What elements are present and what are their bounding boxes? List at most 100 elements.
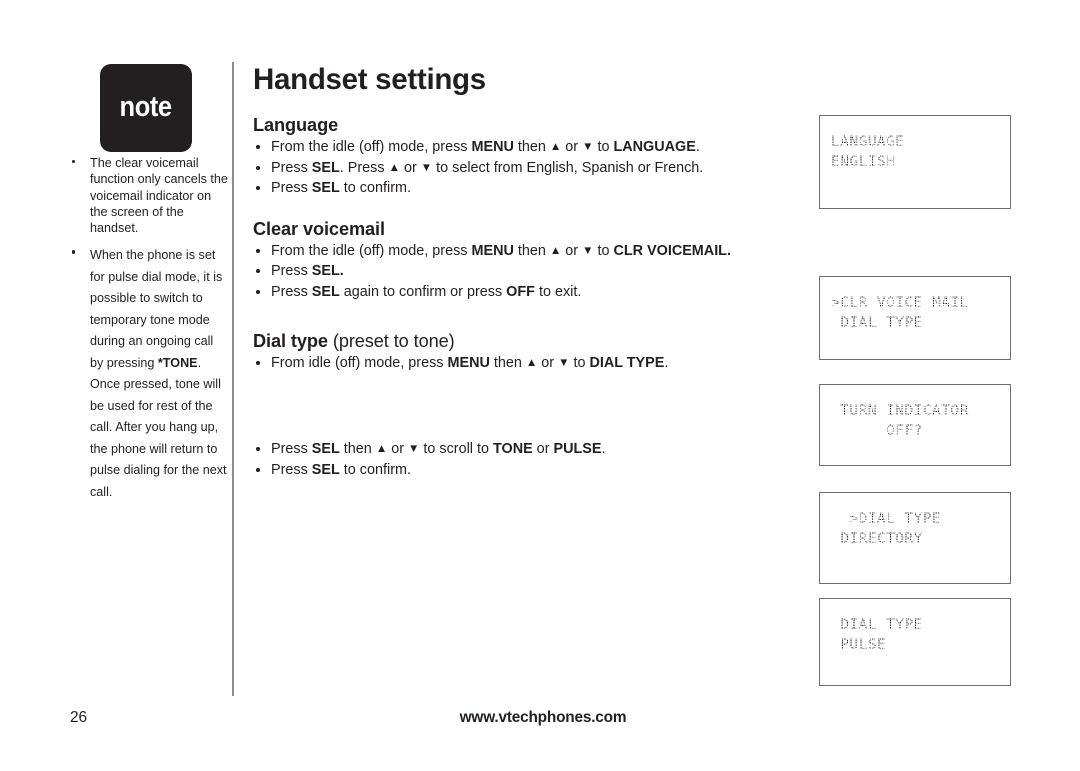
illustration-gap xyxy=(253,374,781,440)
bullet-dot-icon xyxy=(256,145,260,149)
bullet-dot-icon xyxy=(72,250,76,254)
instruction-text: From idle (off) mode, press MENU then ▲ … xyxy=(271,355,668,371)
lcd-line: DIRECTORY xyxy=(820,527,1010,551)
body-text: Press xyxy=(271,461,312,478)
body-text: . xyxy=(601,441,606,458)
arrow-glyph: ▼ xyxy=(582,141,594,153)
instruction-item: From the idle (off) mode, press MENU the… xyxy=(253,138,781,158)
lcd-line: >CLR VOICE MAIL xyxy=(820,291,1010,315)
body-text: to confirm. xyxy=(339,461,411,478)
turn-indicator-off-screen: TURN INDICATOR OFF? xyxy=(819,384,1011,466)
footer-url: www.vtechphones.com xyxy=(459,709,627,726)
bullet-dot-icon xyxy=(256,269,260,274)
emphasis-text: OFF xyxy=(506,283,535,300)
side-note-text: When the phone is set for pulse dial mod… xyxy=(90,248,227,499)
emphasis-text: SEL xyxy=(311,159,340,176)
lcd-text-area: >CLR VOICE MAIL DIAL TYPE xyxy=(820,277,1010,335)
body-text: to xyxy=(593,242,614,259)
lcd-line-text: PULSE xyxy=(829,633,888,657)
bullet-dot-icon xyxy=(256,360,260,365)
body-text: . xyxy=(664,354,669,371)
lcd-line-text: >CLR VOICE MAIL xyxy=(830,291,970,315)
instruction-list: From the idle (off) mode, press MENU the… xyxy=(253,242,781,303)
section-heading-text: Dial type xyxy=(253,330,328,351)
body-text: to select from English, Spanish or Frenc… xyxy=(432,159,704,176)
body-text: Press xyxy=(271,263,312,280)
body-text: Press xyxy=(271,283,312,300)
body-text: Press xyxy=(271,159,312,176)
arrow-glyph: ▲ xyxy=(388,161,400,174)
body-text: Press xyxy=(271,441,312,458)
instruction-item: Press SEL to confirm. xyxy=(253,461,781,481)
sections-host: Language From the idle (off) mode, press … xyxy=(253,114,781,480)
bullet-dot-icon xyxy=(256,289,260,294)
dial-type-pulse-screen: DIAL TYPE PULSE xyxy=(819,598,1011,686)
body-text: to scroll to xyxy=(419,441,493,458)
arrow-glyph: ▼ xyxy=(408,443,420,456)
emphasis-text: SEL xyxy=(311,461,340,478)
emphasis-text: SEL xyxy=(311,441,340,458)
instruction-item: From idle (off) mode, press MENU then ▲ … xyxy=(253,354,781,374)
instruction-text: From the idle (off) mode, press MENU the… xyxy=(271,139,700,155)
body-text: or xyxy=(399,159,421,176)
body-text: then xyxy=(489,354,526,371)
emphasis-text: SEL xyxy=(311,180,340,197)
instruction-text: Press SEL. xyxy=(271,263,344,279)
lcd-line-text: >DIAL TYPE xyxy=(829,507,943,531)
instruction-item: From the idle (off) mode, press MENU the… xyxy=(253,242,781,262)
instruction-item: Press SEL. Press ▲ or ▼ to select from E… xyxy=(253,159,781,179)
arrow-glyph: ▼ xyxy=(420,161,433,174)
body-text: or xyxy=(537,354,559,371)
body-text: . xyxy=(695,139,700,155)
body-text: again to confirm or press xyxy=(339,283,507,300)
instruction-text: From the idle (off) mode, press MENU the… xyxy=(271,243,731,259)
instruction-text: Press SEL then ▲ or ▼ to scroll to TONE … xyxy=(271,441,605,457)
lcd-line-text: DIAL TYPE xyxy=(830,311,924,335)
instruction-text: Press SEL to confirm. xyxy=(271,180,411,196)
instruction-list: From the idle (off) mode, press MENU the… xyxy=(253,138,781,199)
emphasis-text: TONE xyxy=(492,441,533,458)
lcd-text-area: TURN INDICATOR OFF? xyxy=(820,385,1010,443)
lcd-line-text: DIRECTORY xyxy=(830,527,924,551)
instruction-list: From idle (off) mode, press MENU then ▲ … xyxy=(253,354,781,481)
lcd-line: TURN INDICATOR xyxy=(820,399,1010,423)
emphasis-text: CLR VOICEMAIL. xyxy=(613,242,731,259)
emphasis-text: *TONE xyxy=(157,355,198,370)
lcd-line: LANGUAGE xyxy=(820,130,1010,154)
instruction-text: Press SEL. Press ▲ or ▼ to select from E… xyxy=(271,160,703,176)
section-heading: Language xyxy=(253,114,781,136)
lcd-line-text: OFF? xyxy=(830,419,924,443)
lcd-text-area: LANGUAGE ENGLISH xyxy=(820,116,1010,174)
body-text: When the phone is set for pulse dial mod… xyxy=(90,248,223,370)
body-text: to xyxy=(569,354,590,371)
lcd-line-text: LANGUAGE xyxy=(830,130,905,154)
body-text: From the idle (off) mode, press xyxy=(271,242,472,259)
bullet-dot-icon xyxy=(256,165,260,170)
side-note-item: When the phone is set for pulse dial mod… xyxy=(68,245,228,503)
section-heading-text: Language xyxy=(253,115,339,135)
language-screen: LANGUAGE ENGLISH xyxy=(819,115,1011,209)
instruction-text: Press SEL again to confirm or press OFF … xyxy=(271,284,581,300)
section-heading-text: Clear voicemail xyxy=(253,218,385,239)
body-text: Press xyxy=(271,180,312,197)
lcd-line: ENGLISH xyxy=(820,150,1010,174)
emphasis-text: MENU xyxy=(471,139,514,155)
bullet-dot-icon xyxy=(256,186,260,191)
side-note-text: The clear voicemail function only cancel… xyxy=(90,156,228,236)
lcd-text-area: DIAL TYPE PULSE xyxy=(820,599,1010,657)
body-text: From the idle (off) mode, press xyxy=(271,139,472,155)
lcd-line: DIAL TYPE xyxy=(820,311,1010,335)
lcd-line-text: TURN INDICATOR xyxy=(830,399,970,423)
bullet-dot-icon xyxy=(256,467,260,472)
body-text: to xyxy=(593,139,614,155)
body-text: . Once pressed, tone will be used for re… xyxy=(90,355,227,499)
body-text: or xyxy=(561,242,583,259)
lcd-line: PULSE xyxy=(820,633,1010,657)
lcd-line: OFF? xyxy=(820,419,1010,443)
section-heading: Dial type (preset to tone) xyxy=(253,330,781,352)
body-text: then xyxy=(513,242,550,259)
instruction-item: Press SEL to confirm. xyxy=(253,179,781,199)
note-badge: note xyxy=(100,64,192,152)
emphasis-text: DIAL TYPE xyxy=(589,354,665,371)
